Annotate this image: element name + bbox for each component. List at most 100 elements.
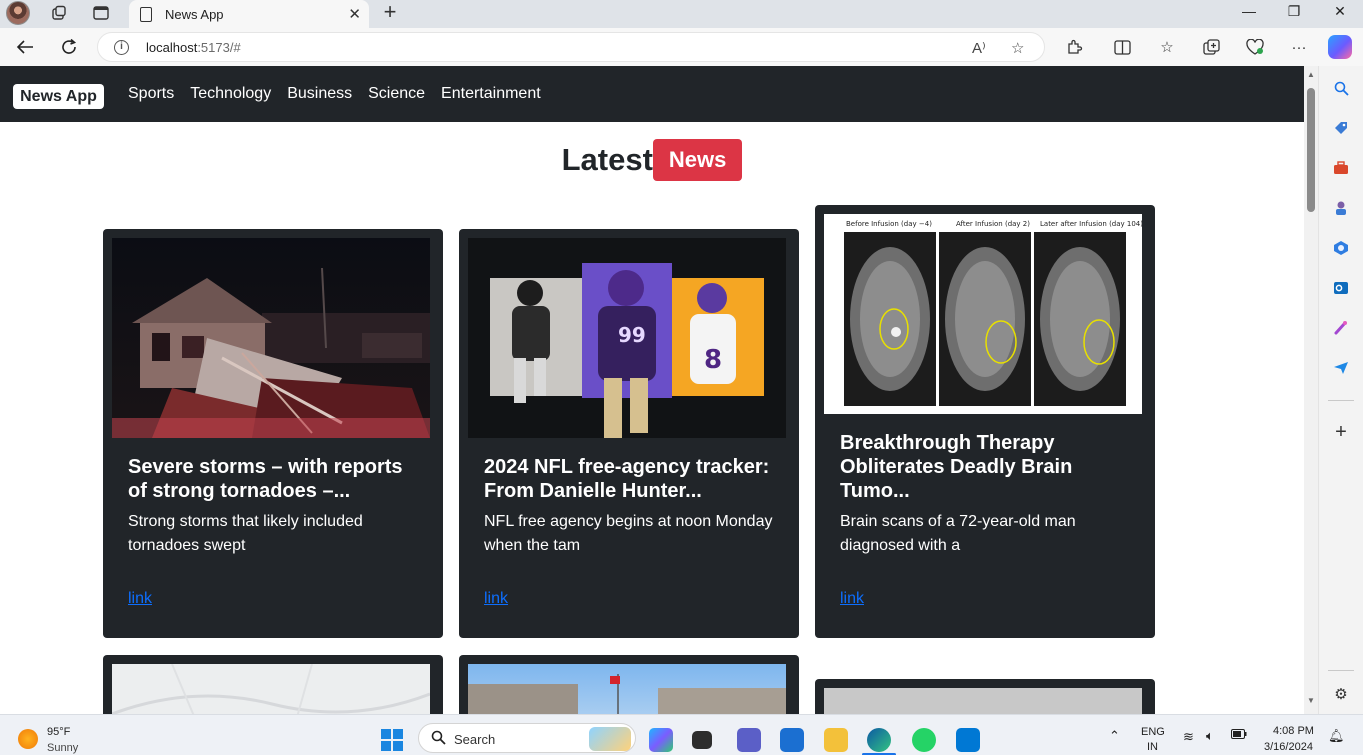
battery-icon[interactable]: [1231, 729, 1247, 742]
address-bar[interactable]: i localhost:5173/# A⁾ ☆: [97, 32, 1045, 62]
scroll-up-icon[interactable]: ▲: [1307, 70, 1315, 79]
top-navbar: News App Sports Technology Business Scie…: [0, 66, 1304, 122]
wifi-icon[interactable]: ≋: [1183, 729, 1194, 745]
favorites-icon[interactable]: ☆: [1156, 37, 1178, 57]
sidebar-designer-icon[interactable]: [1331, 318, 1351, 338]
nav-link-entertainment[interactable]: Entertainment: [441, 85, 541, 103]
page-scrollbar[interactable]: ▲ ▼: [1304, 66, 1318, 714]
terminal-taskbar-icon[interactable]: [692, 731, 712, 749]
svg-text:8: 8: [704, 345, 722, 375]
map-image: [112, 664, 430, 714]
sidebar-microsoft365-icon[interactable]: [1331, 238, 1351, 258]
start-button[interactable]: [381, 729, 403, 751]
card-read-more-link[interactable]: link: [128, 590, 152, 608]
heading-text: Latest: [561, 142, 653, 177]
brain-scan-image: Before Infusion (day −4) After Infusion …: [824, 214, 1142, 414]
url-text[interactable]: localhost:5173/#: [146, 40, 241, 55]
copilot-preview-taskbar-icon[interactable]: [649, 728, 673, 752]
notifications-icon[interactable]: 🔔︎: [1328, 728, 1345, 744]
collections-icon[interactable]: [1200, 37, 1222, 57]
svg-text:99: 99: [618, 323, 646, 347]
brand-logo[interactable]: News App: [13, 84, 104, 109]
news-card: Before Infusion (day −4) After Infusion …: [815, 205, 1155, 638]
sidebar-tools-icon[interactable]: [1331, 158, 1351, 178]
workspaces-icon[interactable]: [46, 2, 72, 24]
nav-link-technology[interactable]: Technology: [190, 85, 271, 103]
browser-essentials-icon[interactable]: [1244, 37, 1266, 57]
sidebar-divider: [1328, 670, 1354, 671]
windows-taskbar: 95°F Sunny Search ⌃ ENG IN ≋ 🔈︎ 4:08 PM …: [0, 714, 1363, 755]
search-placeholder: Search: [454, 732, 496, 747]
search-icon: [431, 730, 446, 748]
nav-link-business[interactable]: Business: [287, 85, 352, 103]
refresh-button[interactable]: [57, 36, 81, 58]
nav-link-science[interactable]: Science: [368, 85, 425, 103]
read-aloud-icon[interactable]: A⁾: [972, 39, 986, 57]
site-info-icon[interactable]: i: [114, 40, 129, 55]
profile-avatar[interactable]: [6, 1, 30, 25]
mri-panel-2: [939, 232, 1031, 406]
language-code[interactable]: ENG: [1141, 726, 1165, 738]
weather-sun-icon[interactable]: [18, 729, 38, 749]
page-heading: Latest News: [0, 139, 1304, 181]
tab-title: News App: [165, 6, 224, 22]
copilot-icon[interactable]: [1328, 35, 1352, 59]
minimize-button[interactable]: —: [1226, 3, 1272, 23]
sidebar-send-icon[interactable]: [1331, 358, 1351, 378]
sidebar-outlook-icon[interactable]: [1331, 278, 1351, 298]
extensions-icon[interactable]: [1063, 37, 1085, 57]
show-hidden-icons[interactable]: ⌃: [1109, 728, 1120, 744]
clock-date[interactable]: 3/16/2024: [1264, 741, 1313, 753]
sidebar-games-icon[interactable]: [1331, 198, 1351, 218]
building-image: [468, 664, 786, 714]
close-tab-icon[interactable]: ✕: [348, 5, 361, 23]
news-card-partial: [815, 679, 1155, 714]
favorite-star-icon[interactable]: ☆: [1011, 39, 1024, 57]
close-window-button[interactable]: ✕: [1317, 3, 1363, 23]
card-description: Brain scans of a 72-year-old man diagnos…: [840, 513, 1076, 554]
taskbar-search[interactable]: Search: [418, 723, 636, 753]
browser-tab-news-app[interactable]: News App ✕: [129, 0, 369, 28]
card-title: Breakthrough Therapy Obliterates Deadly …: [840, 432, 1073, 502]
address-toolbar: i localhost:5173/# A⁾ ☆ ☆ ···: [0, 28, 1363, 66]
weather-condition[interactable]: Sunny: [47, 742, 78, 754]
card-read-more-link[interactable]: link: [484, 590, 508, 608]
volume-icon[interactable]: 🔈︎: [1206, 728, 1214, 744]
language-region[interactable]: IN: [1147, 741, 1158, 753]
news-card-partial: [103, 655, 443, 714]
search-highlight-icon[interactable]: [589, 727, 631, 751]
restore-button[interactable]: ❐: [1271, 3, 1317, 23]
card-description: Strong storms that likely included torna…: [128, 513, 363, 554]
sidebar-settings-icon[interactable]: ⚙: [1331, 684, 1351, 704]
edge-taskbar-icon[interactable]: [867, 728, 891, 752]
nav-link-sports[interactable]: Sports: [128, 85, 174, 103]
sidebar-shopping-icon[interactable]: [1331, 118, 1351, 138]
tab-strip: News App ✕ + — ❐ ✕: [0, 0, 1363, 28]
weather-temperature[interactable]: 95°F: [47, 726, 70, 738]
scroll-down-icon[interactable]: ▼: [1307, 696, 1315, 705]
store-taskbar-icon[interactable]: [780, 728, 804, 752]
sidebar-divider: [1328, 400, 1354, 401]
mri-panel-1: [844, 232, 936, 406]
edge-sidebar: + ⚙: [1318, 66, 1363, 714]
category-nav: Sports Technology Business Science Enter…: [128, 85, 541, 103]
card-read-more-link[interactable]: link: [840, 590, 864, 608]
sidebar-search-icon[interactable]: [1331, 78, 1351, 98]
card-description: NFL free agency begins at noon Monday wh…: [484, 513, 773, 554]
vertical-tabs-icon[interactable]: [88, 2, 114, 24]
card-title: 2024 NFL free-agency tracker: From Danie…: [484, 456, 770, 502]
new-tab-button[interactable]: +: [377, 1, 403, 25]
back-button[interactable]: [13, 36, 37, 58]
card-title: Severe storms – with reports of strong t…: [128, 456, 403, 502]
page-icon: [140, 6, 152, 22]
sidebar-add-icon[interactable]: +: [1331, 421, 1351, 443]
vscode-taskbar-icon[interactable]: [956, 728, 980, 752]
more-menu-icon[interactable]: ···: [1288, 37, 1310, 57]
split-screen-icon[interactable]: [1111, 37, 1133, 57]
nfl-players-image: 99 8: [468, 238, 786, 438]
clock-time[interactable]: 4:08 PM: [1273, 725, 1314, 737]
whatsapp-taskbar-icon[interactable]: [912, 728, 936, 752]
scrollbar-thumb[interactable]: [1307, 88, 1315, 212]
file-explorer-taskbar-icon[interactable]: [824, 728, 848, 752]
teams-taskbar-icon[interactable]: [737, 728, 761, 752]
